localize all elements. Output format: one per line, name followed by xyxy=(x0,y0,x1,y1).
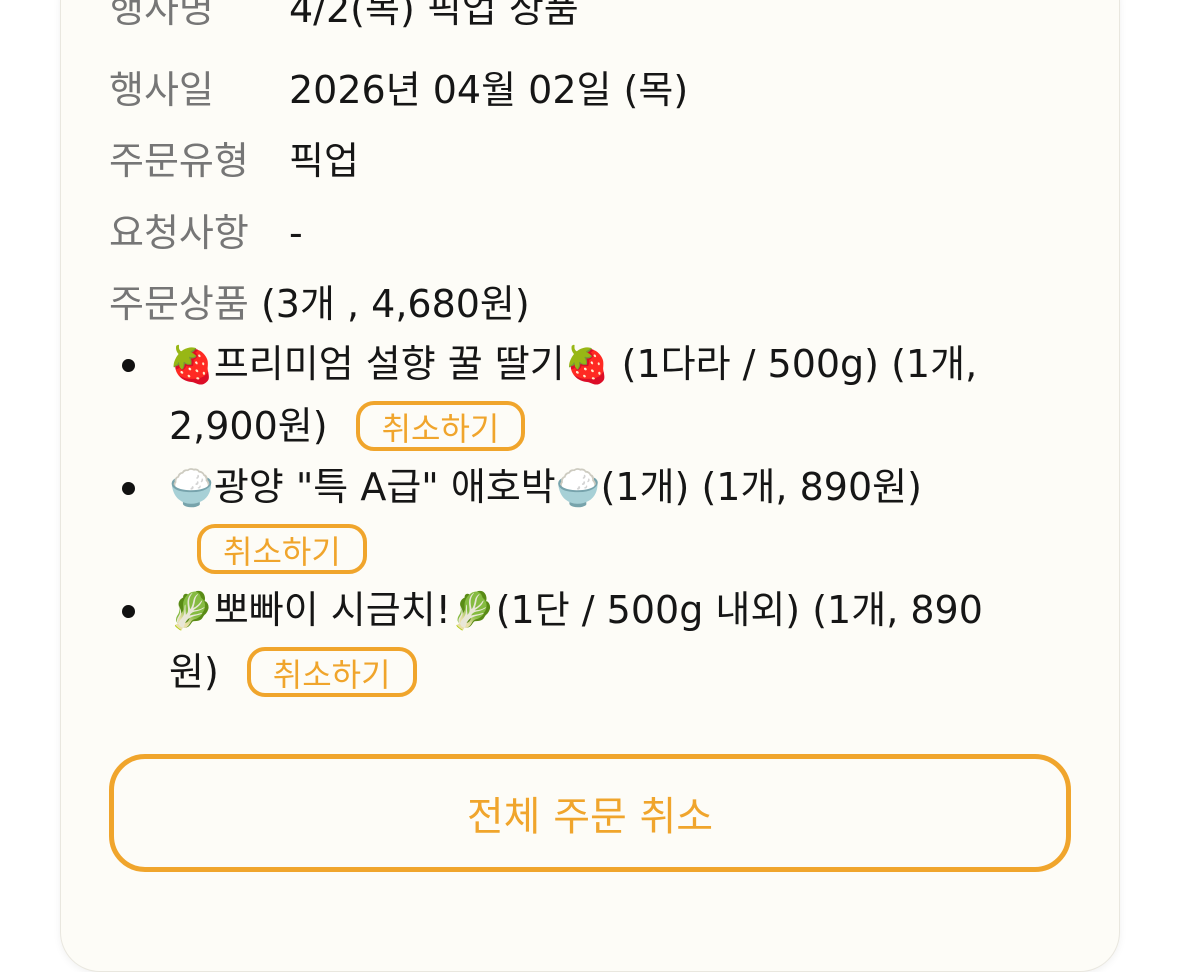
cancel-item-button[interactable]: 취소하기 xyxy=(246,646,417,697)
order-detail-card: 행사명 4/2(목) 픽업 상품 행사일 2026년 04월 02일 (목) 주… xyxy=(60,0,1120,972)
item-qty-price: (1개, 890원) xyxy=(701,465,922,509)
strawberry-icon: 🍓 xyxy=(564,345,610,386)
item-option: (1단 / 500g 내외) xyxy=(495,588,801,632)
list-item: 🥬뽀빠이 시금치!🥬(1단 / 500g 내외) (1개, 890원) 취소하기 xyxy=(109,580,989,703)
cancel-item-button[interactable]: 취소하기 xyxy=(197,523,367,574)
leafy-green-icon: 🥬 xyxy=(450,591,496,632)
ordered-items-label: 주문상품 xyxy=(109,282,249,326)
event-date-label: 행사일 xyxy=(109,68,214,112)
ordered-items-header: 주문상품 (3개 , 4,680원) xyxy=(109,274,530,334)
item-option: (1개) xyxy=(600,465,690,509)
bullet-icon xyxy=(122,482,135,495)
ordered-items-list: 🍓프리미엄 설향 꿀 딸기🍓 (1다라 / 500g) (1개, 2,900원)… xyxy=(109,334,989,703)
event-date-row: 행사일 2026년 04월 02일 (목) xyxy=(109,60,688,120)
request-value: - xyxy=(289,211,303,255)
rice-bowl-icon: 🍚 xyxy=(169,468,214,509)
bullet-icon xyxy=(122,605,135,618)
order-type-label: 주문유형 xyxy=(109,139,249,183)
event-name-row: 행사명 4/2(목) 픽업 상품 xyxy=(109,0,579,39)
item-option: (1다라 / 500g) xyxy=(621,342,880,386)
cancel-item-button[interactable]: 취소하기 xyxy=(355,400,526,451)
event-date-value: 2026년 04월 02일 (목) xyxy=(289,68,689,112)
event-name-label: 행사명 xyxy=(109,0,214,31)
list-item: 🍚광양 "특 A급" 애호박🍚(1개) (1개, 890원)취소하기 xyxy=(109,457,989,580)
strawberry-icon: 🍓 xyxy=(169,345,214,386)
item-name: 광양 "특 A급" 애호박 xyxy=(213,465,556,509)
cancel-all-orders-button[interactable]: 전체 주문 취소 xyxy=(109,754,1071,872)
leafy-green-icon: 🥬 xyxy=(169,591,214,632)
bullet-icon xyxy=(122,359,135,372)
request-row: 요청사항 - xyxy=(109,203,303,263)
request-label: 요청사항 xyxy=(109,211,249,255)
item-name: 뽀빠이 시금치! xyxy=(213,588,451,632)
order-type-value: 픽업 xyxy=(289,139,359,183)
list-item: 🍓프리미엄 설향 꿀 딸기🍓 (1다라 / 500g) (1개, 2,900원)… xyxy=(109,334,989,457)
rice-bowl-icon: 🍚 xyxy=(555,468,601,509)
event-name-value: 4/2(목) 픽업 상품 xyxy=(289,0,579,31)
order-type-row: 주문유형 픽업 xyxy=(109,131,359,191)
ordered-items-summary: (3개 , 4,680원) xyxy=(260,282,530,326)
item-name: 프리미엄 설향 꿀 딸기 xyxy=(213,342,565,386)
